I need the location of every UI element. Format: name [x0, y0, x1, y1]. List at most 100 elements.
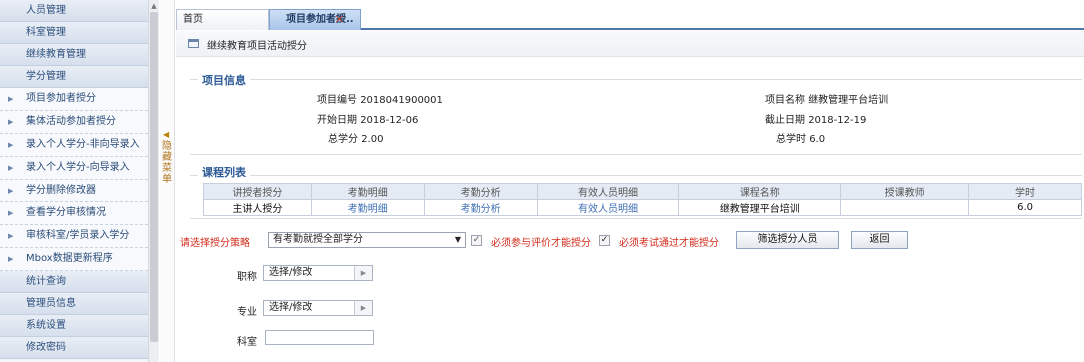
column-header: 有效人员明细 — [536, 183, 680, 200]
picker-text: 选择/修改 — [269, 267, 313, 278]
sidebar-group-continuing-education[interactable]: 继续教育管理 — [0, 44, 148, 66]
sidebar-scrollbar[interactable]: ▲ — [148, 0, 159, 362]
sidebar-item-group-activity-credit[interactable]: ▶ 集体活动参加者授分 — [0, 110, 148, 134]
triangle-right-icon: ▶ — [8, 117, 14, 126]
tab-project-credit[interactable]: 项目参加者授.. ✕ — [269, 9, 361, 30]
eval-required-checkbox[interactable]: ✓ — [599, 235, 610, 246]
sidebar-group-change-password[interactable]: 修改密码 — [0, 337, 148, 360]
sidebar-item-mbox-update[interactable]: ▶ Mbox数据更新程序 — [0, 248, 148, 272]
column-header: 学时 — [968, 183, 1082, 200]
course-table: 讲授者授分 考勤明细 考勤分析 有效人员明细 课程名称 授课教师 学时 主讲人授… — [203, 183, 1082, 216]
column-header: 考勤分析 — [423, 183, 538, 200]
tab-home[interactable]: 首页 — [176, 9, 269, 30]
sidebar-group-department[interactable]: 科室管理 — [0, 22, 148, 44]
field-value: 继教管理平台培训 — [808, 95, 889, 106]
title-label: 职称 — [237, 272, 257, 283]
course-list-legend: 课程列表 — [198, 164, 250, 180]
field-value: 6.0 — [809, 134, 826, 145]
triangle-right-icon: ▶ — [8, 95, 14, 103]
triangle-right-icon: ▶ — [8, 209, 14, 218]
total-credit-field: 总学分 2.00 — [328, 130, 383, 145]
sidebar-group-credit[interactable]: 学分管理 — [0, 66, 148, 88]
triangle-right-icon: ▶ — [8, 140, 14, 149]
field-value: 2018-12-19 — [808, 115, 867, 126]
sidebar-item-wizard-entry[interactable]: ▶ 录入个人学分-向导录入 — [0, 156, 148, 180]
sidebar-item-label: 录入个人学分-向导录入 — [26, 161, 130, 173]
attendance-detail-link[interactable]: 考勤明细 — [310, 199, 425, 216]
sidebar-group-personnel[interactable]: 人员管理 — [0, 0, 148, 22]
project-name-field: 项目名称 继教管理平台培训 — [765, 91, 888, 106]
sidebar-item-label: 学分删除修改器 — [26, 184, 96, 196]
field-value: 2018-12-06 — [360, 115, 419, 126]
sidebar-item-label: Mbox数据更新程序 — [26, 253, 113, 265]
chevron-right-icon[interactable]: ▶ — [354, 266, 372, 280]
chevron-right-icon[interactable]: ▶ — [354, 301, 372, 315]
field-label: 总学分 — [328, 134, 358, 145]
hide-menu-label: 隐藏菜单 — [162, 141, 172, 185]
field-label: 开始日期 — [317, 115, 357, 126]
fieldset-border-top — [190, 175, 1082, 176]
scroll-up-icon[interactable]: ▲ — [150, 2, 158, 10]
valid-personnel-link[interactable]: 有效人员明细 — [536, 199, 680, 216]
fieldset-border-bottom — [190, 218, 1082, 219]
filter-personnel-button[interactable]: 筛选授分人员 — [736, 231, 839, 249]
course-name-cell: 继教管理平台培训 — [678, 199, 842, 216]
start-date-field: 开始日期 2018-12-06 — [317, 111, 418, 126]
page-title: 继续教育项目活动授分 — [207, 41, 307, 52]
sidebar-item-label: 审核科室/学员录入学分 — [26, 230, 130, 242]
sidebar-group-admin-info[interactable]: 管理员信息 — [0, 293, 148, 316]
triangle-left-icon: ◀ — [163, 130, 170, 139]
sidebar-item-manual-entry[interactable]: ▶ 录入个人学分-非向导录入 — [0, 133, 148, 157]
hours-cell: 6.0 — [968, 199, 1082, 216]
strategy-selected-value: 有考勤就授全部学分 — [273, 234, 363, 245]
page-header: 继续教育项目活动授分 — [176, 31, 1084, 57]
picker-text: 选择/修改 — [269, 302, 313, 313]
field-value: 2.00 — [361, 134, 384, 145]
field-label: 项目名称 — [765, 95, 805, 106]
fieldset-border-top — [190, 79, 1082, 80]
eval-required-label: 必须参与评价才能授分 — [491, 238, 591, 249]
column-header: 课程名称 — [678, 183, 842, 200]
sidebar-menu: 人员管理 科室管理 继续教育管理 学分管理 ▶ 项目参加者授分 ▶ 集体活动参加者授… — [0, 0, 148, 362]
dropdown-arrow-icon: ▼ — [454, 235, 461, 244]
strategy-checkbox[interactable]: ✓ — [471, 235, 482, 246]
attendance-analysis-link[interactable]: 考勤分析 — [423, 199, 538, 216]
project-id-field: 项目编号 2018041900001 — [317, 91, 443, 106]
field-label: 截止日期 — [765, 115, 805, 126]
sidebar-item-project-participant-credit[interactable]: ▶ 项目参加者授分 — [0, 88, 148, 111]
table-header-row: 讲授者授分 考勤明细 考勤分析 有效人员明细 课程名称 授课教师 学时 — [203, 183, 1082, 200]
major-picker[interactable]: 选择/修改 ▶ — [263, 300, 373, 316]
field-value: 2018041900001 — [360, 95, 443, 106]
table-row: 主讲人授分 考勤明细 考勤分析 有效人员明细 继教管理平台培训 6.0 — [203, 199, 1082, 216]
app-window: 人员管理 科室管理 继续教育管理 学分管理 ▶ 项目参加者授分 ▶ 集体活动参加者授… — [0, 0, 1084, 362]
tab-bar: 首页 项目参加者授.. ✕ — [176, 9, 1084, 30]
sidebar-item-credit-editor[interactable]: ▶ 学分删除修改器 — [0, 179, 148, 203]
hide-menu-toggle[interactable]: ◀ 隐藏菜单 — [160, 0, 175, 362]
triangle-right-icon: ▶ — [8, 232, 14, 241]
strategy-select[interactable]: 有考勤就授全部学分 ▼ — [268, 232, 466, 248]
department-input[interactable] — [265, 330, 374, 345]
sidebar-item-label: 集体活动参加者授分 — [26, 115, 116, 127]
total-hours-field: 总学时 6.0 — [776, 130, 825, 145]
sidebar-group-statistics[interactable]: 统计查询 — [0, 271, 148, 294]
window-icon — [188, 39, 199, 48]
exam-required-label: 必须考试通过才能授分 — [619, 238, 719, 249]
end-date-field: 截止日期 2018-12-19 — [765, 111, 866, 126]
teacher-cell — [840, 199, 970, 216]
triangle-right-icon: ▶ — [8, 255, 14, 264]
column-header: 考勤明细 — [310, 183, 425, 200]
back-button[interactable]: 返回 — [851, 231, 908, 249]
sidebar-item-label: 查看学分审核情况 — [26, 207, 106, 219]
sidebar-item-audit-status[interactable]: ▶ 查看学分审核情况 — [0, 202, 148, 226]
strategy-label: 请选择授分策略 — [180, 238, 250, 249]
fieldset-border-bottom — [190, 154, 1082, 155]
column-header: 讲授者授分 — [203, 183, 312, 200]
department-label: 科室 — [237, 337, 257, 348]
close-icon[interactable]: ✕ — [335, 10, 344, 30]
sidebar-group-settings[interactable]: 系统设置 — [0, 315, 148, 338]
title-picker[interactable]: 选择/修改 ▶ — [263, 265, 373, 281]
sidebar-item-audit-entries[interactable]: ▶ 审核科室/学员录入学分 — [0, 225, 148, 249]
scrollbar-thumb[interactable] — [150, 12, 158, 342]
triangle-right-icon: ▶ — [8, 186, 14, 195]
major-label: 专业 — [237, 307, 257, 318]
